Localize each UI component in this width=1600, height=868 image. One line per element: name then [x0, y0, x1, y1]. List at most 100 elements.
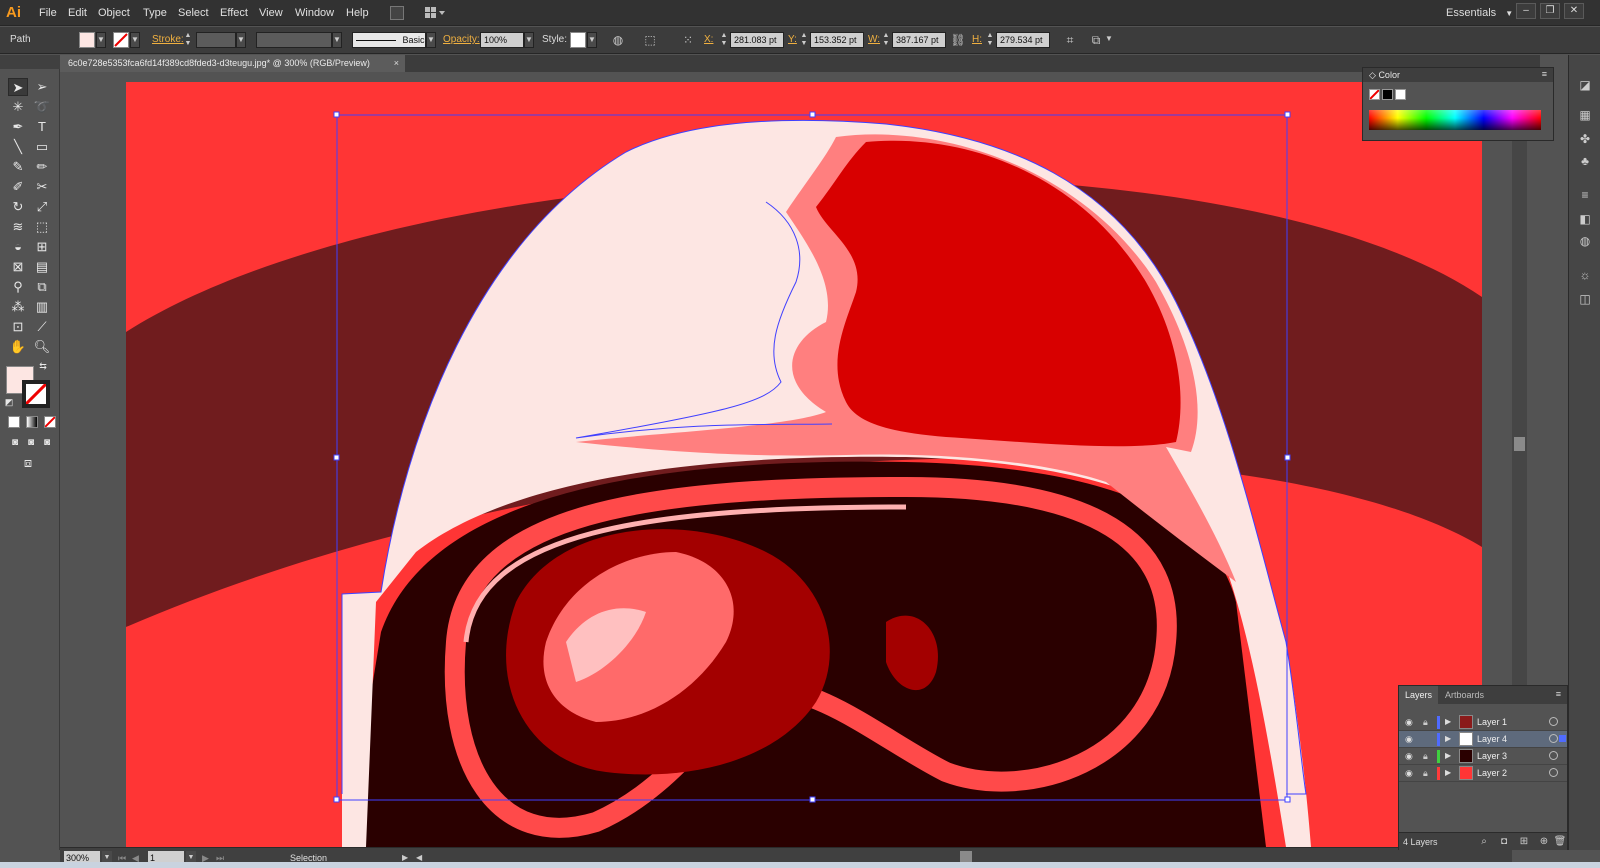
pencil-tool-icon[interactable]: ✏ [32, 158, 52, 176]
lasso-tool-icon[interactable]: ➰ [32, 98, 52, 116]
none-swatch[interactable] [1369, 89, 1380, 100]
artboard-tool-icon[interactable]: ⊡ [8, 318, 28, 336]
mesh-tool-icon[interactable]: ⊠ [8, 258, 28, 276]
menu-help[interactable]: Help [346, 0, 369, 26]
opacity-dropdown[interactable]: ▼ [524, 32, 534, 48]
canvas-area[interactable] [60, 72, 1512, 847]
brush-dropdown[interactable]: ▼ [426, 32, 436, 48]
target-circle-icon[interactable] [1549, 751, 1558, 760]
opacity-label[interactable]: Opacity: [443, 33, 480, 47]
stroke-dropdown[interactable]: ▼ [130, 32, 140, 48]
expand-arrow-icon[interactable]: ▶ [1445, 750, 1455, 762]
color-panel-header[interactable]: ◇ Color ≡ [1363, 68, 1553, 82]
menu-window[interactable]: Window [295, 0, 334, 26]
column-graph-tool-icon[interactable]: ▥ [32, 298, 52, 316]
expand-arrow-icon[interactable]: ▶ [1445, 733, 1455, 745]
x-label[interactable]: X: [704, 33, 713, 47]
layer-row[interactable]: ◉ ▶ Layer 4 [1399, 731, 1567, 748]
draw-behind-icon[interactable]: ◙ [24, 434, 38, 452]
lock-icon[interactable]: 🔒︎ [1423, 716, 1435, 728]
artwork-illustration[interactable] [126, 82, 1482, 847]
menu-view[interactable]: View [259, 0, 283, 26]
stroke-color-box[interactable] [22, 380, 50, 408]
panel-menu-dropdown[interactable]: ▼ [1104, 32, 1114, 48]
layer-row[interactable]: ◉ 🔒︎ ▶ Layer 1 [1399, 714, 1567, 731]
brush-definition[interactable]: Basic [352, 32, 426, 48]
scale-tool-icon[interactable]: ⤢ [32, 198, 52, 216]
visibility-eye-icon[interactable]: ◉ [1405, 767, 1417, 779]
lock-icon[interactable]: 🔒︎ [1423, 767, 1435, 779]
close-icon[interactable]: × [394, 55, 399, 72]
restore-button[interactable]: ❐ [1540, 3, 1560, 19]
w-field[interactable]: 387.167 pt [892, 32, 946, 48]
target-circle-icon[interactable] [1549, 717, 1558, 726]
vertical-scroll-thumb[interactable] [1514, 437, 1525, 451]
line-tool-icon[interactable]: ╲ [8, 138, 28, 156]
panel-menu-icon[interactable]: ≡ [1542, 69, 1547, 79]
recolor-artwork-icon[interactable]: ◍ [610, 32, 626, 48]
tab-layers[interactable]: Layers [1399, 686, 1439, 704]
visibility-eye-icon[interactable]: ◉ [1405, 733, 1417, 745]
style-dropdown[interactable]: ▼ [587, 32, 597, 48]
reference-point-icon[interactable]: ⁙ [680, 32, 696, 48]
align-to-selection-icon[interactable]: ⬚ [642, 32, 658, 48]
blob-brush-tool-icon[interactable]: ✐ [8, 178, 28, 196]
hand-tool-icon[interactable]: ✋ [8, 338, 28, 356]
h-field[interactable]: 279.534 pt [996, 32, 1050, 48]
menu-effect[interactable]: Effect [220, 0, 248, 26]
pen-tool-icon[interactable]: ✒ [8, 118, 28, 136]
white-swatch[interactable] [1395, 89, 1406, 100]
eyedropper-tool-icon[interactable]: ⚲ [8, 278, 28, 296]
warp-tool-icon[interactable]: ≋ [8, 218, 28, 236]
visibility-eye-icon[interactable]: ◉ [1405, 716, 1417, 728]
default-colors-icon[interactable]: ◩ [2, 396, 16, 408]
fill-dropdown[interactable]: ▼ [96, 32, 106, 48]
none-mode-icon[interactable] [44, 416, 56, 428]
rotate-tool-icon[interactable]: ↻ [8, 198, 28, 216]
layer-name[interactable]: Layer 3 [1477, 749, 1507, 763]
isolate-group-icon[interactable]: ⧉ [1088, 32, 1104, 48]
variable-width-profile[interactable] [256, 32, 332, 48]
x-stepper[interactable]: ▲ ▼ [720, 32, 728, 48]
color-guide-icon[interactable]: ◪ [1577, 77, 1593, 93]
tools-panel-header[interactable] [0, 55, 60, 69]
h-label[interactable]: H: [972, 33, 982, 47]
layer-name[interactable]: Layer 4 [1477, 732, 1507, 746]
symbols-icon[interactable]: ♣ [1577, 153, 1593, 169]
layer-name[interactable]: Layer 2 [1477, 766, 1507, 780]
fill-swatch[interactable] [79, 32, 95, 48]
new-sublayer-icon[interactable]: ⊞ [1517, 835, 1531, 849]
perspective-grid-tool-icon[interactable]: ⊞ [32, 238, 52, 256]
draw-inside-icon[interactable]: ◙ [40, 434, 54, 452]
delete-layer-icon[interactable]: 🗑︎ [1553, 835, 1567, 849]
workspace-switcher[interactable]: Essentials ▼ [1446, 0, 1513, 26]
bridge-button[interactable] [390, 6, 404, 20]
appearance-panel-icon[interactable]: ☼ [1577, 267, 1593, 283]
x-field[interactable]: 281.083 pt [730, 32, 784, 48]
type-tool-icon[interactable]: T [32, 118, 52, 136]
minimize-button[interactable]: – [1516, 3, 1536, 19]
target-circle-icon[interactable] [1549, 768, 1558, 777]
menu-edit[interactable]: Edit [68, 0, 87, 26]
stroke-weight-stepper[interactable]: ▲ ▼ [184, 32, 192, 48]
make-clipping-mask-icon[interactable]: ◘ [1497, 835, 1511, 849]
selection-tool-icon[interactable]: ➤ [8, 78, 28, 96]
black-swatch[interactable] [1382, 89, 1393, 100]
free-transform-tool-icon[interactable]: ⬚ [32, 218, 52, 236]
slice-tool-icon[interactable]: ⟋ [32, 318, 52, 336]
visibility-eye-icon[interactable]: ◉ [1405, 750, 1417, 762]
gradient-panel-icon[interactable]: ◧ [1577, 211, 1593, 227]
locate-object-icon[interactable]: ⌕ [1477, 835, 1491, 849]
menu-file[interactable]: File [39, 0, 57, 26]
w-label[interactable]: W: [868, 33, 880, 47]
graphic-styles-icon[interactable]: ◫ [1577, 291, 1593, 307]
document-tab[interactable]: 6c0e728e5353fca6fd14f389cd8fded3-d3teugu… [60, 55, 405, 72]
gradient-tool-icon[interactable]: ▤ [32, 258, 52, 276]
y-field[interactable]: 153.352 pt [810, 32, 864, 48]
swatches-icon[interactable]: ▦ [1577, 107, 1593, 123]
screen-mode-icon[interactable]: ⧈ [18, 454, 38, 472]
expand-arrow-icon[interactable]: ▶ [1445, 767, 1455, 779]
opacity-field[interactable]: 100% [480, 32, 524, 48]
w-stepper[interactable]: ▲ ▼ [882, 32, 890, 48]
blend-tool-icon[interactable]: ⧉ [32, 278, 52, 296]
